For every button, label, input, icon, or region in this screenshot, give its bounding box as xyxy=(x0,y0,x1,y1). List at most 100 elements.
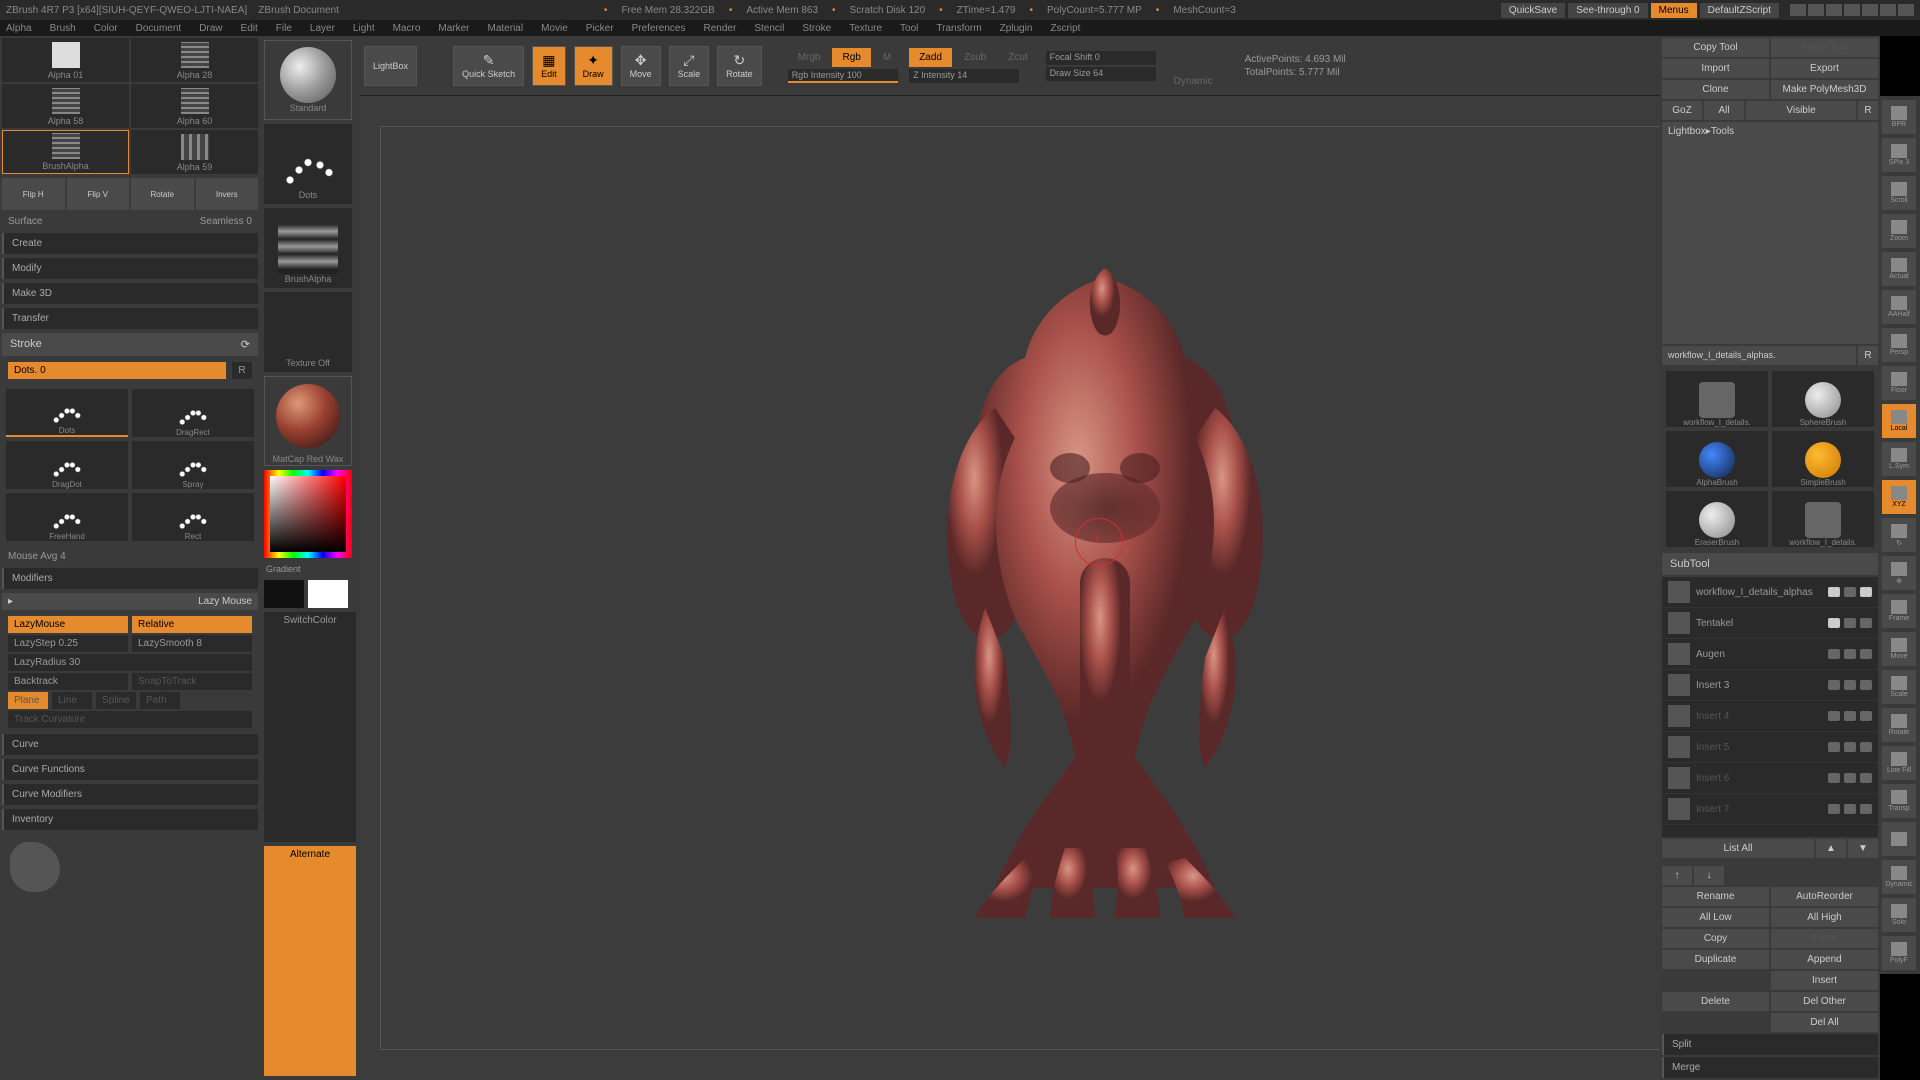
track-curvature[interactable]: Track Curvature xyxy=(8,711,252,728)
minimize-icon[interactable] xyxy=(1862,4,1878,16)
modifiers-section[interactable]: Modifiers xyxy=(2,568,258,589)
dock-local[interactable]: Local xyxy=(1882,404,1916,438)
seethrough-slider[interactable]: See-through 0 xyxy=(1568,3,1647,18)
alpha-thumb[interactable]: Alpha 60 xyxy=(131,84,258,128)
dock-polyf[interactable]: PolyF xyxy=(1882,936,1916,970)
flip-h-button[interactable]: Flip H xyxy=(2,178,65,210)
dock-transp[interactable]: Transp xyxy=(1882,784,1916,818)
menu-tool[interactable]: Tool xyxy=(900,23,918,34)
menu-light[interactable]: Light xyxy=(353,23,375,34)
track-spline[interactable]: Spline xyxy=(96,692,136,709)
dock-⊕[interactable]: ⊕ xyxy=(1882,556,1916,590)
inverse-button[interactable]: Invers xyxy=(196,178,259,210)
3d-viewport[interactable] xyxy=(380,126,1830,1050)
dock-persp[interactable]: Persp xyxy=(1882,328,1916,362)
dock-rotate[interactable]: Rotate xyxy=(1882,708,1916,742)
alpha-thumb[interactable]: Alpha 01 xyxy=(2,38,129,82)
dock-bpr[interactable]: BPR xyxy=(1882,100,1916,134)
arrow-up-icon[interactable]: ▲ xyxy=(1816,839,1846,858)
alternate-button[interactable]: Alternate xyxy=(264,846,356,1076)
inventory-section[interactable]: Inventory xyxy=(2,809,258,830)
lazymouse-button[interactable]: LazyMouse xyxy=(8,616,128,633)
tool-thumb[interactable]: workflow_I_details. xyxy=(1666,371,1768,427)
menu-color[interactable]: Color xyxy=(94,23,118,34)
tool-thumb[interactable]: EraserBrush xyxy=(1666,491,1768,547)
delete-button[interactable]: Delete xyxy=(1662,992,1769,1011)
menu-render[interactable]: Render xyxy=(704,23,737,34)
lightbox-tools-button[interactable]: Lightbox▸Tools xyxy=(1662,122,1878,344)
all-high-button[interactable]: All High xyxy=(1771,908,1878,927)
paste-tool-button[interactable]: Paste Tool xyxy=(1771,38,1878,57)
menu-preferences[interactable]: Preferences xyxy=(632,23,686,34)
del-all-button[interactable]: Del All xyxy=(1771,1013,1878,1032)
curve-functions-section[interactable]: Curve Functions xyxy=(2,759,258,780)
arrow-down-icon[interactable]: ▼ xyxy=(1848,839,1878,858)
curve-modifiers-section[interactable]: Curve Modifiers xyxy=(2,784,258,805)
dock-frame[interactable]: Frame xyxy=(1882,594,1916,628)
subtool-item[interactable]: Insert 4 xyxy=(1662,701,1878,732)
alpha-thumb[interactable]: BrushAlpha xyxy=(2,130,129,174)
menu-stroke[interactable]: Stroke xyxy=(802,23,831,34)
relative-button[interactable]: Relative xyxy=(132,616,252,633)
goz-visible-button[interactable]: Visible xyxy=(1746,101,1856,120)
win-btn[interactable] xyxy=(1826,4,1842,16)
menu-stencil[interactable]: Stencil xyxy=(754,23,784,34)
copy-button[interactable]: Copy xyxy=(1662,929,1769,948)
current-brush[interactable]: Standard xyxy=(264,40,352,120)
paste-button[interactable]: Paste xyxy=(1771,929,1878,948)
dock-l.sym[interactable]: L.Sym xyxy=(1882,442,1916,476)
make-polymesh-button[interactable]: Make PolyMesh3D xyxy=(1771,80,1878,99)
append-button[interactable]: Append xyxy=(1771,950,1878,969)
menus-toggle[interactable]: Menus xyxy=(1651,3,1697,18)
clone-button[interactable]: Clone xyxy=(1662,80,1769,99)
dock-zoom[interactable]: Zoom xyxy=(1882,214,1916,248)
win-btn[interactable] xyxy=(1808,4,1824,16)
duplicate-button[interactable]: Duplicate xyxy=(1662,950,1769,969)
menu-macro[interactable]: Macro xyxy=(393,23,421,34)
menu-texture[interactable]: Texture xyxy=(849,23,882,34)
seamless-slider[interactable]: Seamless 0 xyxy=(200,216,252,227)
make3d-section[interactable]: Make 3D xyxy=(2,283,258,304)
tool-name[interactable]: workflow_I_details_alphas. xyxy=(1662,346,1856,365)
snaptotrack-button[interactable]: SnapToTrack xyxy=(132,673,252,690)
dock-blank[interactable] xyxy=(1882,822,1916,856)
all-low-button[interactable]: All Low xyxy=(1662,908,1769,927)
rename-button[interactable]: Rename xyxy=(1662,887,1769,906)
menu-transform[interactable]: Transform xyxy=(936,23,981,34)
subtool-header[interactable]: SubTool xyxy=(1662,553,1878,575)
menu-alpha[interactable]: Alpha xyxy=(6,23,32,34)
dock-↻[interactable]: ↻ xyxy=(1882,518,1916,552)
switch-color-button[interactable]: SwitchColor xyxy=(264,612,356,842)
stroke-rect[interactable]: Rect xyxy=(132,493,254,541)
close-icon[interactable] xyxy=(1898,4,1914,16)
merge-section[interactable]: Merge xyxy=(1662,1057,1878,1078)
menu-material[interactable]: Material xyxy=(488,23,524,34)
dock-aahalf[interactable]: AAHalf xyxy=(1882,290,1916,324)
dock-scroll[interactable]: Scroll xyxy=(1882,176,1916,210)
dock-move[interactable]: Move xyxy=(1882,632,1916,666)
copy-tool-button[interactable]: Copy Tool xyxy=(1662,38,1769,57)
stroke-header[interactable]: Stroke⟳ xyxy=(2,333,258,356)
tool-thumb[interactable]: SimpleBrush xyxy=(1772,431,1874,487)
primary-color[interactable] xyxy=(308,580,348,608)
split-section[interactable]: Split xyxy=(1662,1034,1878,1055)
current-material[interactable]: MatCap Red Wax xyxy=(264,376,352,466)
menu-marker[interactable]: Marker xyxy=(438,23,469,34)
create-section[interactable]: Create xyxy=(2,233,258,254)
lazy-mouse-header[interactable]: ▸ Lazy Mouse xyxy=(2,593,258,610)
subtool-item[interactable]: Insert 7 xyxy=(1662,794,1878,825)
win-btn[interactable] xyxy=(1790,4,1806,16)
current-texture[interactable]: Texture Off xyxy=(264,292,352,372)
r-button[interactable]: R xyxy=(232,362,252,379)
menu-movie[interactable]: Movie xyxy=(541,23,568,34)
tool-thumb[interactable]: SphereBrush xyxy=(1772,371,1874,427)
dock-scale[interactable]: Scale xyxy=(1882,670,1916,704)
dock-dynamic[interactable]: Dynamic xyxy=(1882,860,1916,894)
menu-zplugin[interactable]: Zplugin xyxy=(1000,23,1033,34)
win-btn[interactable] xyxy=(1844,4,1860,16)
dock-floor[interactable]: Floor xyxy=(1882,366,1916,400)
alpha-thumb[interactable]: Alpha 59 xyxy=(131,130,258,174)
dock-xyz[interactable]: XYZ xyxy=(1882,480,1916,514)
mouse-avg-slider[interactable]: Mouse Avg 4 xyxy=(2,549,258,564)
quicksave-button[interactable]: QuickSave xyxy=(1501,3,1565,18)
